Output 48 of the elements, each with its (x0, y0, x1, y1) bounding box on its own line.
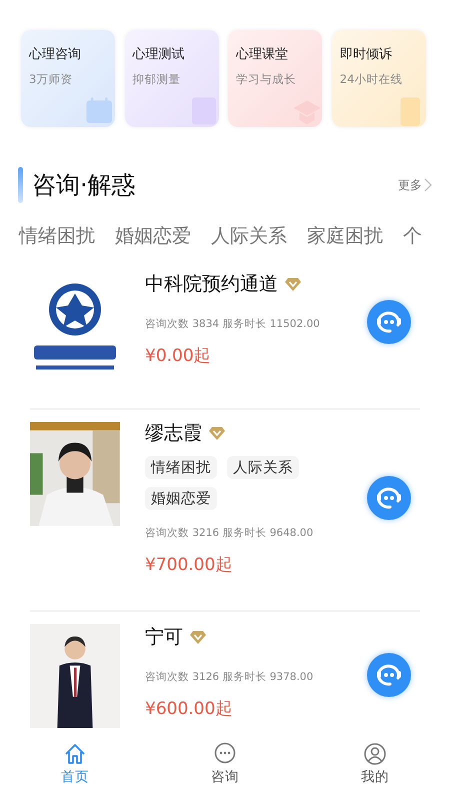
price: ¥0.00起 (145, 345, 211, 367)
tag: 情绪困扰 (145, 456, 217, 479)
category-tab[interactable]: 个 (403, 223, 422, 249)
diamond-icon (285, 277, 301, 291)
chat-bubble-icon (213, 742, 237, 766)
user-icon (363, 742, 387, 766)
diamond-icon (209, 426, 225, 440)
tag: 人际关系 (227, 456, 299, 479)
headset-icon (376, 310, 402, 332)
nav-tab[interactable]: 我的 (335, 734, 415, 786)
section-title: 咨询·解惑 (32, 170, 137, 201)
consult-stats: 咨询次数 3216 服务时长 9648.00 (145, 526, 314, 540)
diamond-icon (190, 630, 206, 644)
category-tab[interactable]: 家庭困扰 (307, 223, 383, 249)
feature-card[interactable]: 心理测试 抑郁测量 (124, 30, 219, 127)
counselor-name: 缪志霞 (145, 421, 202, 446)
card-subtitle: 学习与成长 (236, 72, 296, 87)
counselor-name: 中科院预约通道 (145, 272, 278, 297)
feature-card[interactable]: 心理咨询 3万师资 (21, 30, 115, 127)
card-subtitle: 3万师资 (29, 72, 72, 87)
price: ¥600.00起 (145, 698, 232, 720)
headset-icon (376, 664, 402, 686)
category-tab[interactable]: 情绪困扰 (19, 223, 95, 249)
nav-tab[interactable]: 咨询 (185, 734, 265, 786)
chevron-right-icon (424, 178, 432, 192)
card-title: 心理课堂 (236, 46, 288, 63)
price: ¥700.00起 (145, 554, 232, 576)
counselor-name: 宁可 (145, 625, 183, 650)
card-subtitle: 抑郁测量 (132, 72, 181, 87)
chat-button[interactable] (367, 476, 411, 520)
home-icon (63, 742, 87, 766)
nav-tab[interactable]: 首页 (35, 734, 115, 786)
accent-bar (18, 167, 23, 203)
chat-button[interactable] (367, 300, 411, 344)
chat-button[interactable] (367, 653, 411, 697)
headset-icon (376, 487, 402, 509)
card-title: 即时倾诉 (340, 46, 392, 63)
tag: 婚姻恋爱 (145, 487, 217, 510)
more-link[interactable]: 更多 (398, 176, 432, 194)
category-tab[interactable]: 婚姻恋爱 (115, 223, 191, 249)
card-title: 心理测试 (132, 46, 185, 63)
card-subtitle: 24小时在线 (340, 72, 402, 87)
category-tab[interactable]: 人际关系 (211, 223, 287, 249)
feature-card[interactable]: 即时倾诉 24小时在线 (332, 30, 426, 127)
card-title: 心理咨询 (29, 46, 81, 63)
consult-stats: 咨询次数 3834 服务时长 11502.00 (145, 317, 320, 331)
consult-stats: 咨询次数 3126 服务时长 9378.00 (145, 670, 314, 684)
feature-card[interactable]: 心理课堂 学习与成长 (228, 30, 322, 127)
